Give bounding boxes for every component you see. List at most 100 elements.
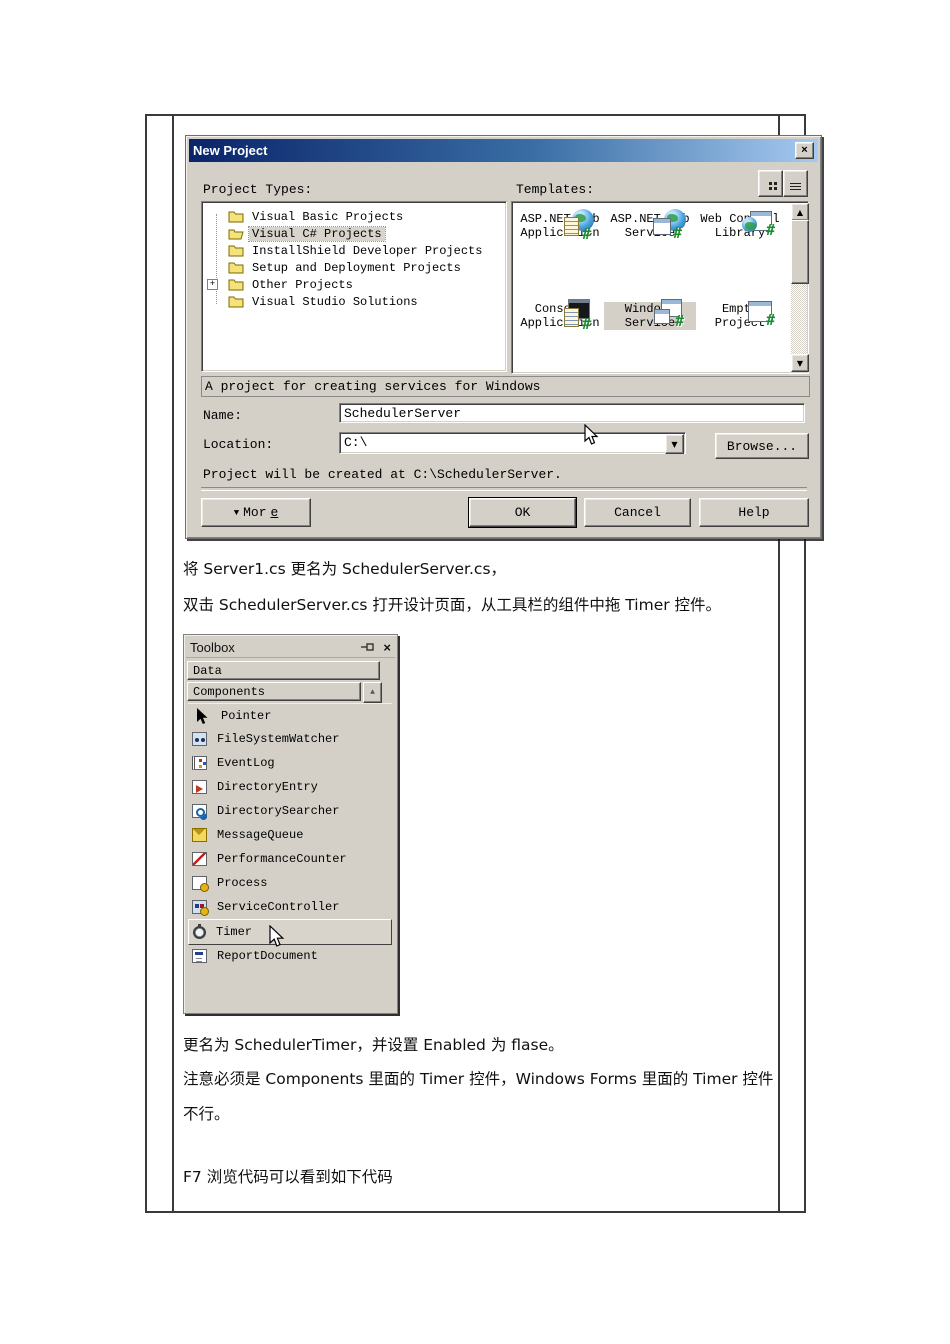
tree-item-setup-deployment[interactable]: Setup and Deployment Projects — [202, 259, 506, 276]
scrollbar-thumb[interactable] — [791, 220, 809, 284]
ok-button[interactable]: OK — [468, 497, 577, 528]
separator — [201, 487, 807, 491]
dialog-titlebar[interactable]: New Project × — [189, 139, 818, 162]
template-empty-project[interactable]: # Empty Project — [694, 299, 786, 330]
csharp-hash-icon: # — [766, 221, 776, 239]
large-icons-icon — [769, 182, 772, 185]
service-controller-icon — [192, 900, 209, 916]
paragraph-note: 注意必须是 Components 里面的 Timer 控件，Windows Fo… — [183, 1070, 774, 1123]
paragraph-f7: F7 浏览代码可以看到如下代码 — [183, 1168, 393, 1186]
message-queue-icon — [192, 828, 207, 842]
toolbox-tab-components[interactable]: Components — [187, 682, 361, 701]
performance-counter-icon — [192, 852, 207, 866]
name-input[interactable]: SchedulerServer — [339, 403, 805, 423]
toolbox-panel: Toolbox × Data Components ▲ Pointer File… — [183, 634, 398, 1014]
toolbox-close-icon[interactable]: × — [383, 640, 391, 655]
templates-scrollbar[interactable]: ▲ ▼ — [791, 203, 809, 372]
paragraph-doubleclick: 双击 SchedulerServer.cs 打开设计页面，从工具栏的组件中拖 T… — [183, 596, 722, 614]
template-description: A project for creating services for Wind… — [201, 376, 810, 397]
document-icon — [564, 308, 579, 327]
window-icon — [653, 218, 671, 235]
name-label: Name: — [203, 408, 243, 423]
paragraph-rename: 将 Server1.cs 更名为 SchedulerServer.cs， — [183, 560, 507, 578]
templates-label: Templates: — [516, 182, 595, 197]
document-icon — [564, 217, 579, 236]
tree-item-installshield[interactable]: InstallShield Developer Projects — [202, 242, 506, 259]
tree-item-visual-csharp[interactable]: Visual C# Projects — [202, 225, 506, 242]
template-windows-service[interactable]: # Windows Service — [604, 299, 696, 330]
tree-item-visual-basic[interactable]: Visual Basic Projects — [202, 208, 506, 225]
csharp-hash-icon: # — [766, 311, 776, 329]
cancel-button[interactable]: Cancel — [584, 498, 691, 527]
window-icon — [654, 309, 670, 324]
tree-item-vs-solutions[interactable]: Visual Studio Solutions — [202, 293, 506, 310]
templates-list: # ASP.NET Web Application # ASP.NET Web … — [511, 201, 809, 374]
browse-button[interactable]: Browse... — [715, 433, 809, 459]
more-button[interactable]: ▼ Mor e — [201, 498, 311, 527]
toolbox-titlebar[interactable]: Toolbox × — [186, 637, 395, 658]
pointer-icon — [197, 707, 208, 724]
toolbox-title: Toolbox — [190, 639, 235, 655]
folder-icon — [228, 211, 244, 223]
process-icon — [192, 876, 209, 892]
toolbox-item-reportdocument[interactable]: ReportDocument — [188, 944, 392, 968]
folder-icon — [228, 279, 244, 291]
template-console-application[interactable]: # Console Application — [514, 299, 606, 333]
template-web-control-library[interactable]: # Web Control Library — [694, 209, 786, 240]
toolbox-item-messagequeue[interactable]: MessageQueue — [188, 823, 392, 847]
table-border-bottom — [145, 1211, 806, 1213]
template-aspnet-web-service[interactable]: # ASP.NET Web Service — [604, 209, 696, 242]
combobox-dropdown-icon[interactable]: ▼ — [665, 434, 684, 454]
dialog-title: New Project — [193, 143, 268, 158]
tree-item-other-projects[interactable]: + Other Projects — [202, 276, 506, 293]
csharp-hash-icon: # — [582, 225, 592, 243]
toolbox-item-eventlog[interactable]: EventLog — [188, 751, 392, 775]
toolbox-item-timer[interactable]: Timer — [188, 919, 392, 945]
help-button[interactable]: Help — [699, 498, 809, 527]
toolbox-item-directoryentry[interactable]: DirectoryEntry — [188, 775, 392, 799]
folder-icon — [228, 262, 244, 274]
toolbox-tab-data[interactable]: Data — [187, 661, 380, 680]
timer-icon — [193, 923, 206, 939]
pin-icon[interactable] — [361, 641, 375, 653]
table-border-left-inner — [172, 114, 174, 1213]
directory-searcher-icon — [192, 804, 207, 818]
close-icon[interactable]: × — [795, 142, 814, 159]
mouse-cursor — [269, 925, 285, 947]
folder-icon — [228, 296, 244, 308]
created-at-text: Project will be created at C:\SchedulerS… — [203, 467, 562, 482]
toolbox-scroll-up-icon[interactable]: ▲ — [363, 682, 382, 703]
folder-icon — [228, 245, 244, 257]
project-types-label: Project Types: — [203, 182, 313, 197]
tree-expander-icon[interactable]: + — [207, 279, 218, 290]
template-aspnet-web-application[interactable]: # ASP.NET Web Application — [514, 209, 606, 243]
csharp-hash-icon: # — [675, 312, 685, 330]
document-page: New Project × Project Types: Templates: … — [0, 0, 950, 1344]
more-arrow-icon: ▼ — [233, 507, 240, 518]
csharp-hash-icon: # — [673, 224, 683, 242]
toolbox-item-pointer[interactable]: Pointer — [188, 703, 392, 728]
toolbox-item-performancecounter[interactable]: PerformanceCounter — [188, 847, 392, 871]
toolbox-item-directorysearcher[interactable]: DirectorySearcher — [188, 799, 392, 823]
table-border-top — [145, 114, 806, 116]
small-icons-button[interactable] — [783, 170, 808, 197]
toolbox-item-servicecontroller[interactable]: ServiceController — [188, 895, 392, 919]
project-types-list: Visual Basic Projects Visual C# Projects… — [201, 201, 507, 372]
report-document-icon — [192, 949, 207, 963]
file-system-watcher-icon — [192, 732, 207, 746]
globe-icon — [742, 217, 757, 232]
scroll-up-icon[interactable]: ▲ — [791, 203, 809, 221]
small-icons-icon — [790, 183, 801, 184]
csharp-hash-icon: # — [582, 315, 592, 333]
large-icons-button[interactable] — [758, 170, 783, 197]
mouse-cursor — [584, 424, 599, 445]
folder-open-icon — [228, 229, 244, 240]
paragraph-rename-timer: 更名为 SchedulerTimer，并设置 Enabled 为 flase。 — [183, 1036, 564, 1054]
toolbox-item-process[interactable]: Process — [188, 871, 392, 895]
event-log-icon — [192, 756, 207, 770]
location-value: C:\ — [344, 435, 368, 450]
new-project-dialog: New Project × Project Types: Templates: … — [185, 135, 822, 539]
scroll-down-icon[interactable]: ▼ — [791, 354, 809, 372]
toolbox-item-filesystemwatcher[interactable]: FileSystemWatcher — [188, 727, 392, 751]
location-combobox[interactable]: C:\ ▼ — [339, 432, 686, 454]
